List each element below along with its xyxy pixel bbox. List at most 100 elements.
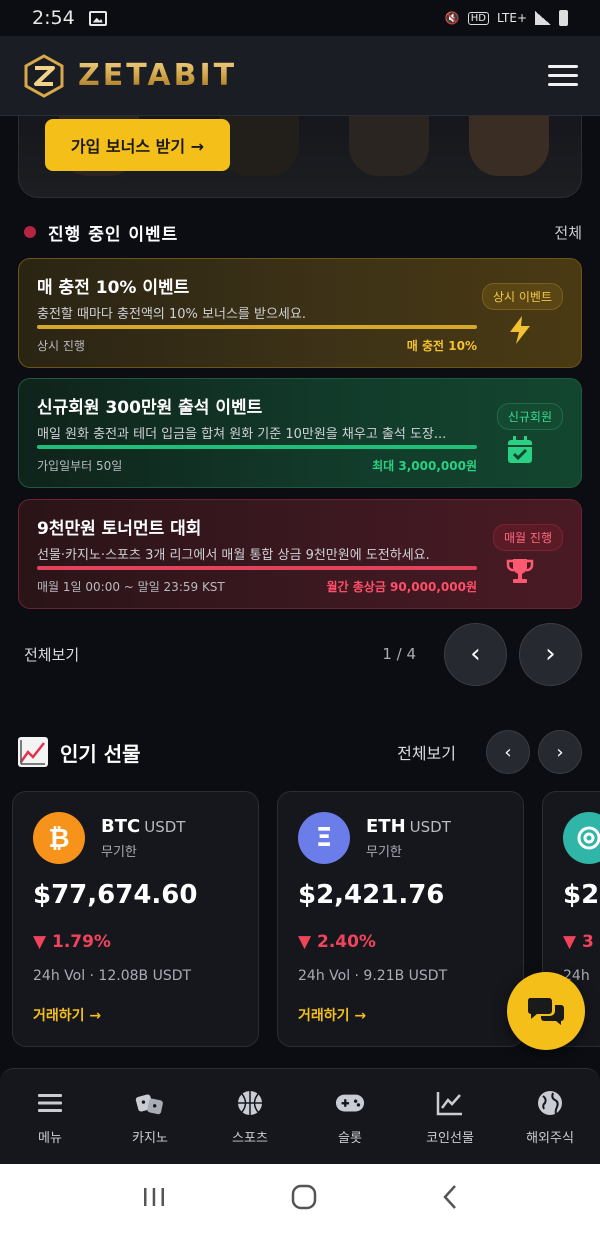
trophy-icon: [505, 556, 535, 586]
nav-label: 메뉴: [38, 1131, 62, 1146]
event-card-tournament[interactable]: 9천만원 토너먼트 대회 선물·카지노·스포츠 3개 리그에서 매월 통합 상금…: [18, 499, 582, 609]
gamepad-icon: [335, 1089, 365, 1117]
image-notification-icon: [88, 10, 107, 26]
event-progress-bar: [37, 445, 477, 449]
events-all-link[interactable]: 전체: [554, 222, 582, 243]
status-bar: 2:54 🔇 HD LTE+: [0, 0, 600, 36]
back-icon: [442, 1184, 456, 1209]
event-progress-bar: [37, 566, 477, 570]
coin-card-btc[interactable]: ₿ BTC USDT 무기한 $77,674.60 ▼ 1.79% 24h Vol…: [12, 791, 259, 1047]
events-prev-button[interactable]: ‹: [444, 622, 507, 686]
futures-view-all-link[interactable]: 전체보기: [397, 740, 456, 764]
hero-banner: 가입 보너스 받기 →: [18, 116, 582, 198]
coin-symbol: ETH USDT: [366, 816, 451, 837]
bitcoin-icon: ₿: [33, 812, 85, 864]
battery-icon: [559, 10, 568, 26]
system-navigation-bar: [0, 1164, 600, 1233]
futures-prev-button[interactable]: ‹: [486, 730, 530, 774]
banner-figure: [349, 116, 429, 176]
coin-price: $2: [563, 880, 600, 910]
page-indicator: 1 / 4: [382, 645, 416, 663]
lightning-icon: [505, 315, 535, 345]
event-desc: 충전할 때마다 충전액의 10% 보너스를 받으세요.: [37, 307, 306, 322]
event-desc: 매일 원화 충전과 테더 입금을 합쳐 원화 기준 10만원을 채우고 출석 도…: [37, 427, 447, 442]
nav-label: 슬롯: [338, 1131, 362, 1146]
nav-label: 스포츠: [232, 1131, 268, 1146]
events-title: 진행 중인 이벤트: [48, 224, 179, 245]
futures-next-button[interactable]: ›: [538, 730, 582, 774]
hamburger-menu-button[interactable]: [548, 65, 578, 86]
coin-change: ▼ 3: [563, 932, 594, 952]
network-type: LTE+: [497, 11, 527, 25]
menu-icon: [35, 1089, 65, 1117]
status-time: 2:54: [32, 7, 75, 29]
coin-price: $77,674.60: [33, 880, 198, 910]
signup-bonus-button[interactable]: 가입 보너스 받기 →: [45, 119, 230, 171]
hd-badge: HD: [467, 11, 489, 25]
event-value: 매 충전 10%: [406, 339, 477, 353]
dice-icon: [135, 1089, 165, 1117]
event-value: 최대 3,000,000원: [372, 459, 477, 473]
event-period: 매월 1일 00:00 ~ 말일 23:59 KST: [37, 580, 225, 594]
recents-icon: [144, 1187, 165, 1206]
coin-kind: 무기한: [366, 845, 402, 860]
basketball-icon: [235, 1089, 265, 1117]
live-dot-icon: [24, 226, 36, 238]
nav-label: 카지노: [132, 1131, 168, 1146]
banner-figure: [219, 116, 299, 176]
brand-name[interactable]: ZETABIT: [78, 58, 237, 93]
nav-label: 코인선물: [426, 1131, 474, 1146]
back-button[interactable]: [442, 1184, 458, 1214]
home-button[interactable]: [291, 1184, 317, 1214]
events-view-all-link[interactable]: 전체보기: [24, 644, 79, 665]
events-next-button[interactable]: ›: [519, 622, 582, 686]
ethereum-icon: Ξ: [298, 812, 350, 864]
chat-button[interactable]: [507, 972, 585, 1050]
event-badge: 신규회원: [496, 403, 563, 430]
coin-volume: 24h Vol · 9.21B USDT: [298, 968, 448, 984]
chart-trend-icon: [18, 737, 48, 767]
nav-item-foreign-stocks[interactable]: 해외주식: [500, 1069, 600, 1164]
nav-item-coin-futures[interactable]: 코인선물: [400, 1069, 500, 1164]
status-icons: 🔇 HD LTE+: [445, 10, 568, 26]
event-period: 가입일부터 50일: [37, 459, 123, 473]
nav-label: 해외주식: [526, 1131, 574, 1146]
nav-item-sports[interactable]: 스포츠: [200, 1069, 300, 1164]
mute-icon: 🔇: [444, 11, 460, 25]
futures-title: 인기 선물: [60, 741, 141, 766]
app-header: ZETABIT: [0, 36, 600, 116]
chart-line-icon: [435, 1089, 465, 1117]
event-progress-bar: [37, 325, 477, 329]
home-icon: [291, 1184, 317, 1209]
coin-card-eth[interactable]: Ξ ETH USDT 무기한 $2,421.76 ▼ 2.40% 24h Vol …: [277, 791, 524, 1047]
futures-section-header: 인기 선물 전체보기 ‹ ›: [18, 730, 582, 774]
coin-price: $2,421.76: [298, 880, 445, 910]
coin-kind: 무기한: [101, 845, 137, 860]
coin-change: ▼ 2.40%: [298, 932, 376, 952]
logo-icon[interactable]: [22, 53, 66, 98]
recents-button[interactable]: [142, 1187, 166, 1211]
nav-item-menu[interactable]: 메뉴: [0, 1069, 100, 1164]
events-pager: 전체보기 1 / 4 ‹ ›: [18, 622, 582, 686]
event-period: 상시 진행: [37, 339, 85, 353]
event-card-new-member[interactable]: 신규회원 300만원 출석 이벤트 매일 원화 충전과 테더 입금을 합쳐 원화…: [18, 378, 582, 488]
event-desc: 선물·카지노·스포츠 3개 리그에서 매월 통합 상금 9천만원에 도전하세요.: [37, 548, 430, 563]
calendar-check-icon: [505, 435, 535, 465]
nav-item-slots[interactable]: 슬롯: [300, 1069, 400, 1164]
coin-icon: [563, 812, 600, 864]
coin-quote: USDT: [144, 818, 186, 836]
event-badge: 상시 이벤트: [481, 283, 563, 310]
coin-change: ▼ 1.79%: [33, 932, 111, 952]
banner-figure: [469, 116, 549, 176]
coin-symbol: BTC USDT: [101, 816, 186, 837]
bottom-navigation: 메뉴 카지노 스포츠 슬롯 코인선물 해외주식: [0, 1068, 600, 1164]
coin-quote: USDT: [409, 818, 451, 836]
trade-button[interactable]: 거래하기 →: [298, 1005, 366, 1025]
globe-icon: [535, 1089, 565, 1117]
event-card-charge-bonus[interactable]: 매 충전 10% 이벤트 충전할 때마다 충전액의 10% 보너스를 받으세요.…: [18, 258, 582, 368]
event-badge: 매월 진행: [493, 524, 563, 551]
event-title: 신규회원 300만원 출석 이벤트: [37, 398, 263, 418]
nav-item-casino[interactable]: 카지노: [100, 1069, 200, 1164]
signal-icon: [535, 11, 551, 25]
trade-button[interactable]: 거래하기 →: [33, 1005, 101, 1025]
